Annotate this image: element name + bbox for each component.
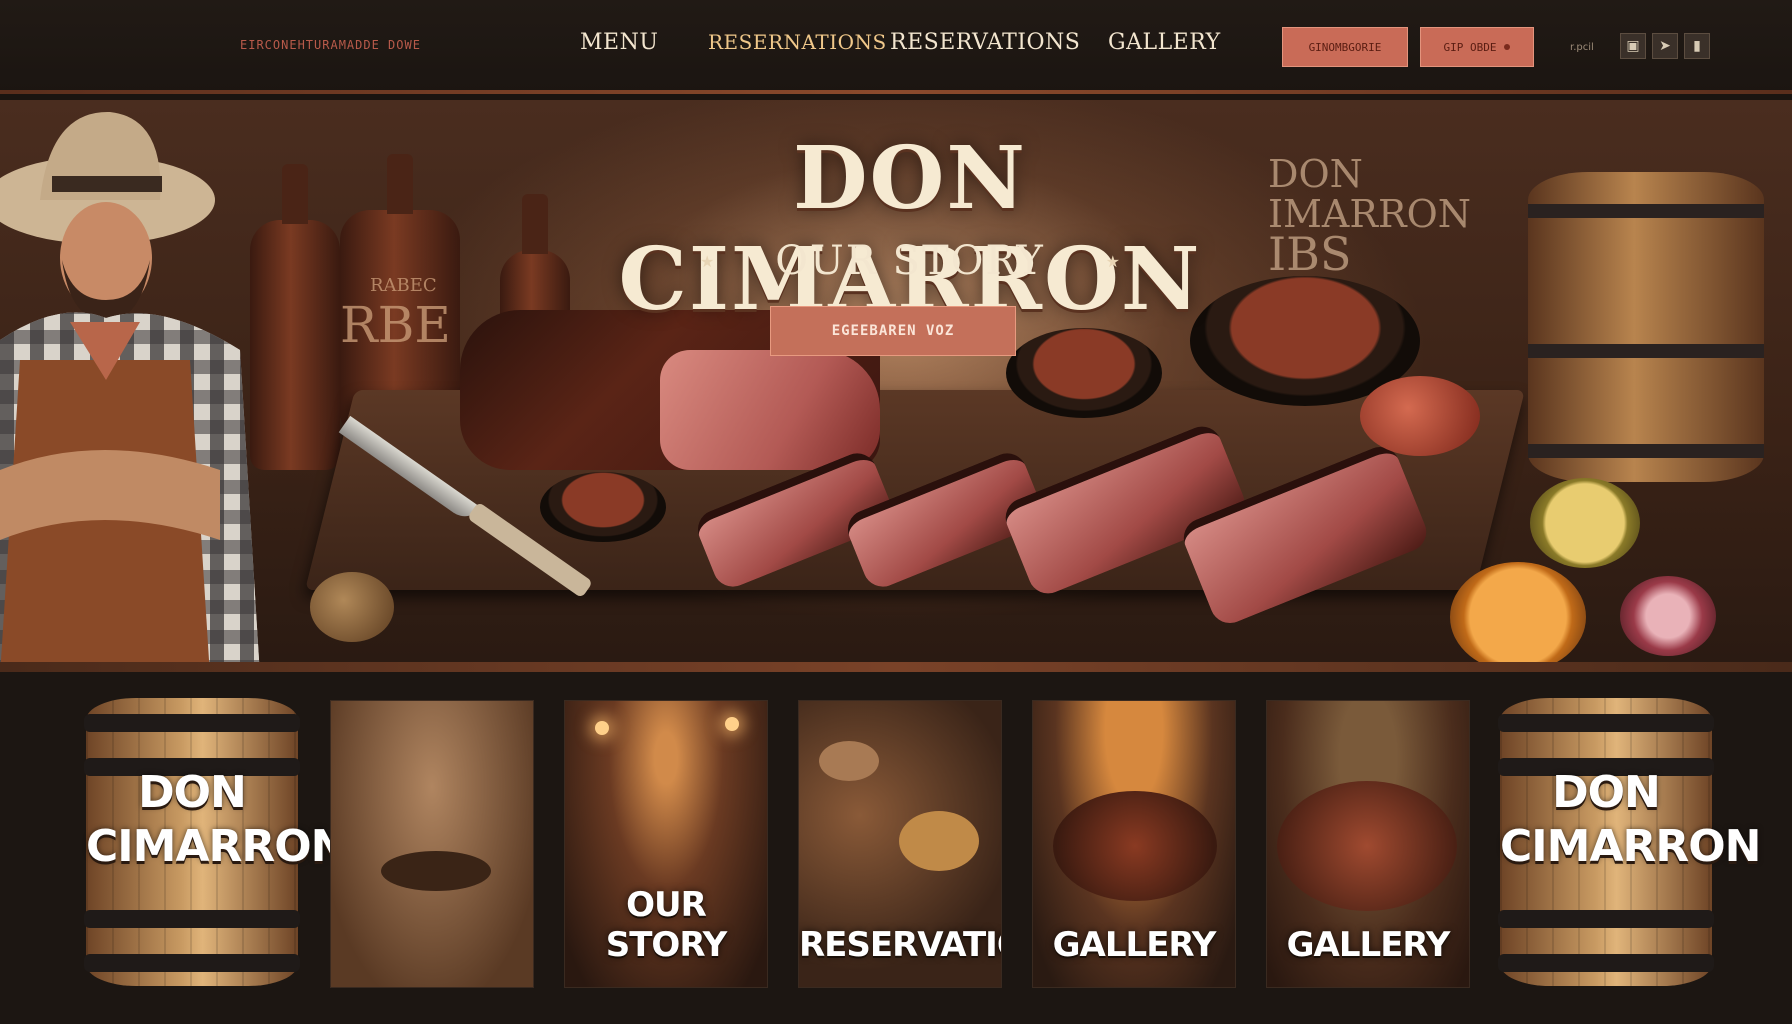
card-dining-room[interactable]: [330, 700, 534, 988]
hero-banner: RABEC RBE DON CIMARRON ★ ★ OUR STORY DON…: [0, 100, 1792, 662]
hero-cta-button[interactable]: EGEEBAREN VOZ: [770, 306, 1016, 356]
table-illustration: [381, 851, 491, 891]
barrel-right-line-1: DON: [1552, 767, 1661, 818]
card-our-story[interactable]: OUR STORY: [564, 700, 768, 988]
barrel-logo-left[interactable]: DON CIMARRON: [84, 698, 348, 986]
nav-menu[interactable]: MENU: [580, 30, 658, 55]
hero-side-text: DON IMARRON IBS: [1268, 152, 1471, 281]
brand-strip: EIRCONEHTURAMADDE DOWE: [240, 38, 421, 52]
card-label: OUR STORY: [605, 885, 728, 965]
bottle-label: RABEC RBE: [340, 275, 451, 354]
nav-gallery[interactable]: GALLERY: [1108, 30, 1221, 55]
header-button-primary[interactable]: GINOMBGORIE: [1282, 27, 1408, 67]
garlic-bulb: [310, 572, 394, 642]
header-small-text: r.pcil: [1570, 42, 1594, 53]
sauce-bowl: [1006, 328, 1162, 418]
send-icon[interactable]: ➤: [1652, 33, 1678, 59]
bbq-spread: [1277, 781, 1457, 911]
card-reservations[interactable]: RESERVATIONS: [798, 700, 1002, 988]
sweet-potato: [1360, 376, 1480, 456]
header-button-primary-label: GINOMBGORIE: [1308, 40, 1382, 54]
brisket-cut-face: [660, 350, 880, 470]
card-label: GALLERY: [1052, 925, 1217, 965]
nav-reservations[interactable]: RESERVATIONS: [890, 30, 1080, 55]
header-button-secondary[interactable]: GIP OBDE: [1420, 27, 1534, 67]
onion-half: [1620, 576, 1716, 656]
feature-cards-row: DON CIMARRON OUR STORY RESERVATIONS GALL…: [0, 672, 1792, 1024]
side-text-line-3: IBS: [1268, 227, 1352, 281]
lamp-icon: [595, 721, 609, 735]
barrel-left-line-2: CIMARRON: [86, 821, 348, 872]
food-plate: [819, 741, 879, 781]
card-gallery-2[interactable]: GALLERY: [1266, 700, 1470, 988]
hero-title: DON CIMARRON: [618, 128, 1202, 330]
barrel-right-line-2: CIMARRON: [1500, 821, 1762, 872]
sauce-bowl-dark: [540, 472, 666, 542]
camera-icon[interactable]: ▣: [1620, 33, 1646, 59]
card-gallery-1[interactable]: GALLERY: [1032, 700, 1236, 988]
meat-platter: [1053, 791, 1217, 901]
nav-reservations-alt[interactable]: RESERNATIONS: [708, 30, 887, 54]
bottle-label-small: RABEC: [370, 275, 437, 296]
barrel-left-line-1: DON: [138, 767, 247, 818]
hero-subtitle: OUR STORY: [775, 238, 1045, 284]
record-dot-icon: [1504, 44, 1511, 50]
orange-half: [1450, 562, 1586, 662]
card-label: GALLERY: [1286, 925, 1451, 965]
bottle-label-big: RBE: [340, 296, 451, 354]
lamp-icon: [725, 717, 739, 731]
phone-icon[interactable]: ▮: [1684, 33, 1710, 59]
header-button-secondary-label: GIP OBDE: [1443, 40, 1497, 54]
lime-half: [1530, 478, 1640, 568]
hero-divider: [0, 662, 1792, 672]
barrel-logo-right[interactable]: DON CIMARRON: [1498, 698, 1762, 986]
hero-barrel: [1528, 172, 1764, 482]
side-text-line-1: DON: [1268, 152, 1363, 196]
top-nav-bar: EIRCONEHTURAMADDE DOWE MENU RESERNATIONS…: [0, 0, 1792, 94]
food-plate: [899, 811, 979, 871]
card-label: RESERVATIONS: [799, 925, 1001, 965]
cowboy-chef-image: [0, 111, 260, 662]
